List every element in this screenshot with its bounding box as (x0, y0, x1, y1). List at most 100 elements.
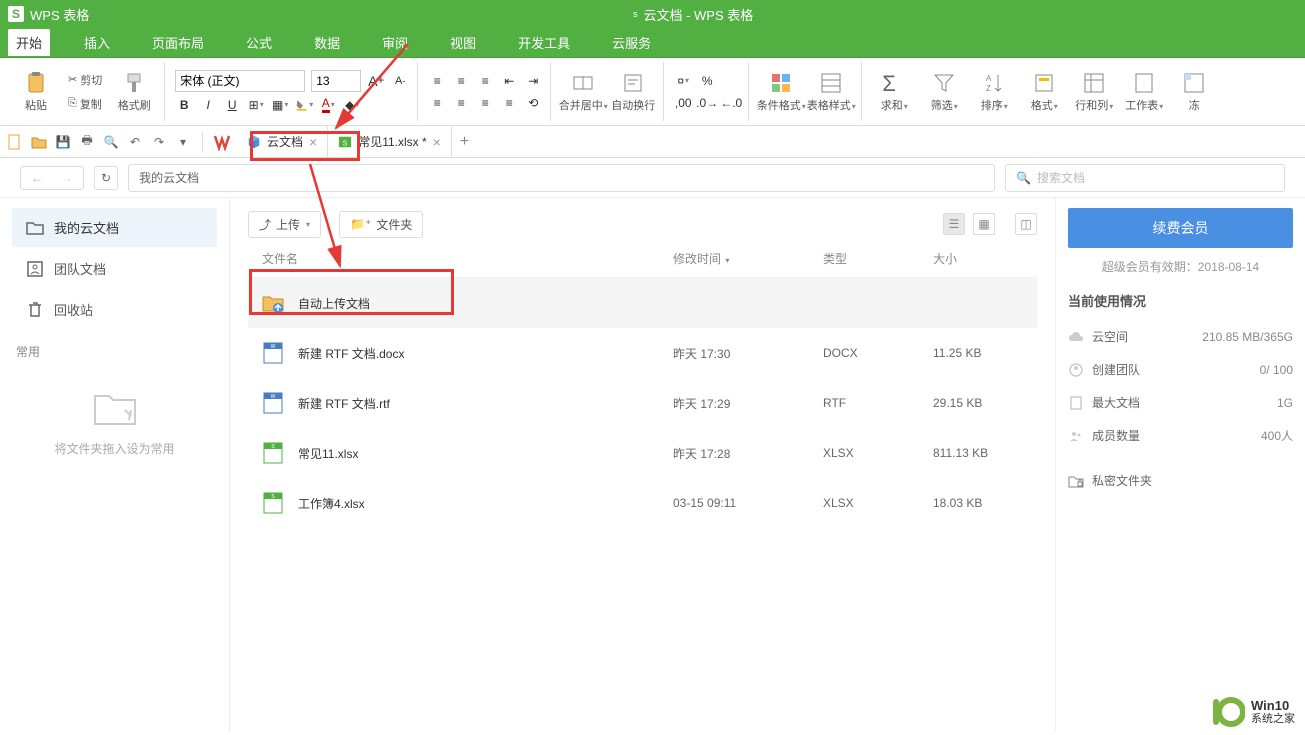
tab-file-close[interactable]: × (433, 134, 441, 150)
sidebar-my-cloud-docs[interactable]: 我的云文档 (12, 208, 217, 247)
file-type-icon: S (262, 442, 284, 464)
align-middle-icon[interactable]: ≡ (452, 72, 470, 90)
more-qb-icon[interactable]: ▾ (174, 133, 192, 151)
file-row[interactable]: W新建 RTF 文档.rtf昨天 17:29RTF29.15 KB (248, 378, 1037, 428)
undo-icon[interactable]: ↶ (126, 133, 144, 151)
align-justify-icon[interactable]: ≡ (500, 94, 518, 112)
file-row[interactable]: 自动上传文档 (248, 278, 1037, 328)
font-name-select[interactable] (175, 70, 305, 92)
filter-button[interactable]: 筛选▾ (922, 64, 966, 120)
comma-icon[interactable]: ,00 (674, 94, 692, 112)
tab-cloud-docs[interactable]: 云文档 × (237, 126, 328, 157)
menu-view[interactable]: 视图 (442, 29, 484, 56)
list-view-button[interactable]: ☰ (943, 213, 965, 235)
indent-decrease-icon[interactable]: ⇤ (500, 72, 518, 90)
file-row[interactable]: S常见11.xlsx昨天 17:28XLSX811.13 KB (248, 428, 1037, 478)
nav-forward-button[interactable]: → (61, 171, 73, 185)
align-top-icon[interactable]: ≡ (428, 72, 446, 90)
title-bar: S WPS 表格 s 云文档 - WPS 表格 (0, 0, 1305, 28)
menu-start[interactable]: 开始 (8, 29, 50, 56)
border-button[interactable]: ⊞▾ (247, 96, 265, 114)
file-name: 工作簿4.xlsx (298, 495, 673, 512)
file-type: DOCX (823, 346, 933, 360)
format-button[interactable]: 格式▾ (1022, 64, 1066, 120)
menu-insert[interactable]: 插入 (76, 29, 118, 56)
menu-formula[interactable]: 公式 (238, 29, 280, 56)
drop-zone[interactable]: 将文件夹拖入设为常用 (12, 390, 217, 457)
menu-review[interactable]: 审阅 (374, 29, 416, 56)
cond-format-button[interactable]: 条件格式▾ (759, 64, 803, 120)
col-size[interactable]: 大小 (933, 250, 1023, 267)
col-type[interactable]: 类型 (823, 250, 933, 267)
italic-button[interactable]: I (199, 96, 217, 114)
font-color-button[interactable]: A▾ (319, 96, 337, 114)
print-preview-icon[interactable]: 🔍 (102, 133, 120, 151)
renew-membership-button[interactable]: 续费会员 (1068, 208, 1293, 248)
dec-decimal-icon[interactable]: ←.0 (722, 94, 740, 112)
col-name[interactable]: 文件名 (262, 250, 673, 267)
menu-page-layout[interactable]: 页面布局 (144, 29, 212, 56)
wps-home-icon[interactable] (213, 133, 231, 151)
col-time[interactable]: 修改时间 ▾ (673, 250, 823, 267)
rowcol-icon (1082, 71, 1106, 95)
menu-data[interactable]: 数据 (306, 29, 348, 56)
clear-format-button[interactable]: ◆▾ (343, 96, 361, 114)
cut-button[interactable]: ✂剪切 (64, 70, 106, 90)
merge-border-button[interactable]: ▦▾ (271, 96, 289, 114)
align-left-icon[interactable]: ≡ (428, 94, 446, 112)
grid-view-button[interactable]: ▦ (973, 213, 995, 235)
sum-button[interactable]: Σ 求和▾ (872, 64, 916, 120)
indent-increase-icon[interactable]: ⇥ (524, 72, 542, 90)
breadcrumb-path[interactable]: 我的云文档 (128, 164, 995, 192)
print-icon[interactable]: 🖶 (78, 133, 96, 151)
cell-style-button[interactable]: 表格样式▾ (809, 64, 853, 120)
sidebar-team-docs[interactable]: 团队文档 (12, 249, 217, 288)
tab-xlsx-file[interactable]: S 常见11.xlsx * × (328, 126, 452, 157)
sidebar-recycle[interactable]: 回收站 (12, 290, 217, 329)
content-area: ⤴ 上传 ▾ 📁⁺ 文件夹 ☰ ▦ ◫ 文件名 修改时间 ▾ 类型 大小 (230, 198, 1305, 731)
format-painter-button[interactable]: 格式刷 (112, 64, 156, 120)
upload-button[interactable]: ⤴ 上传 ▾ (248, 211, 321, 238)
fill-color-button[interactable]: ▾ (295, 96, 313, 114)
paste-button[interactable]: 粘贴 (14, 64, 58, 120)
inc-decimal-icon[interactable]: .0→ (698, 94, 716, 112)
bold-button[interactable]: B (175, 96, 193, 114)
nav-back-button[interactable]: ← (31, 171, 43, 185)
save-icon[interactable]: 💾 (54, 133, 72, 151)
orientation-icon[interactable]: ⟲ (524, 94, 542, 112)
tab-cloud-close[interactable]: × (309, 134, 317, 150)
panel-toggle-button[interactable]: ◫ (1015, 213, 1037, 235)
currency-icon[interactable]: ¤▾ (674, 72, 692, 90)
copy-button[interactable]: ⎘复制 (64, 94, 106, 114)
usage-row: 创建团队0/ 100 (1068, 353, 1293, 386)
menu-cloud[interactable]: 云服务 (604, 29, 659, 56)
freeze-button[interactable]: 冻 (1172, 64, 1216, 120)
ribbon-styles: 条件格式▾ 表格样式▾ (751, 62, 862, 121)
file-row[interactable]: S工作簿4.xlsx03-15 09:11XLSX18.03 KB (248, 478, 1037, 528)
redo-icon[interactable]: ↷ (150, 133, 168, 151)
align-center-icon[interactable]: ≡ (452, 94, 470, 112)
file-row[interactable]: W新建 RTF 文档.docx昨天 17:30DOCX11.25 KB (248, 328, 1037, 378)
menu-dev[interactable]: 开发工具 (510, 29, 578, 56)
percent-icon[interactable]: % (698, 72, 716, 90)
font-shrink-icon[interactable]: A- (391, 72, 409, 90)
wrap-text-button[interactable]: 自动换行 (611, 64, 655, 120)
file-time: 03-15 09:11 (673, 496, 823, 510)
font-grow-icon[interactable]: A+ (367, 72, 385, 90)
underline-button[interactable]: U (223, 96, 241, 114)
merge-center-button[interactable]: 合并居中▾ (561, 64, 605, 120)
private-folder-button[interactable]: 私密文件夹 (1068, 472, 1293, 489)
ribbon-number: ¤▾ % ,00 .0→ ←.0 (666, 62, 749, 121)
new-folder-button[interactable]: 📁⁺ 文件夹 (339, 211, 423, 238)
sheet-button[interactable]: 工作表▾ (1122, 64, 1166, 120)
add-tab-button[interactable]: + (452, 133, 477, 151)
refresh-button[interactable]: ↻ (94, 166, 118, 190)
search-input[interactable]: 🔍 搜索文档 (1005, 164, 1285, 192)
align-right-icon[interactable]: ≡ (476, 94, 494, 112)
sort-button[interactable]: AZ 排序▾ (972, 64, 1016, 120)
new-file-icon[interactable] (6, 133, 24, 151)
row-col-button[interactable]: 行和列▾ (1072, 64, 1116, 120)
align-bottom-icon[interactable]: ≡ (476, 72, 494, 90)
open-folder-icon[interactable] (30, 133, 48, 151)
font-size-input[interactable] (311, 70, 361, 92)
